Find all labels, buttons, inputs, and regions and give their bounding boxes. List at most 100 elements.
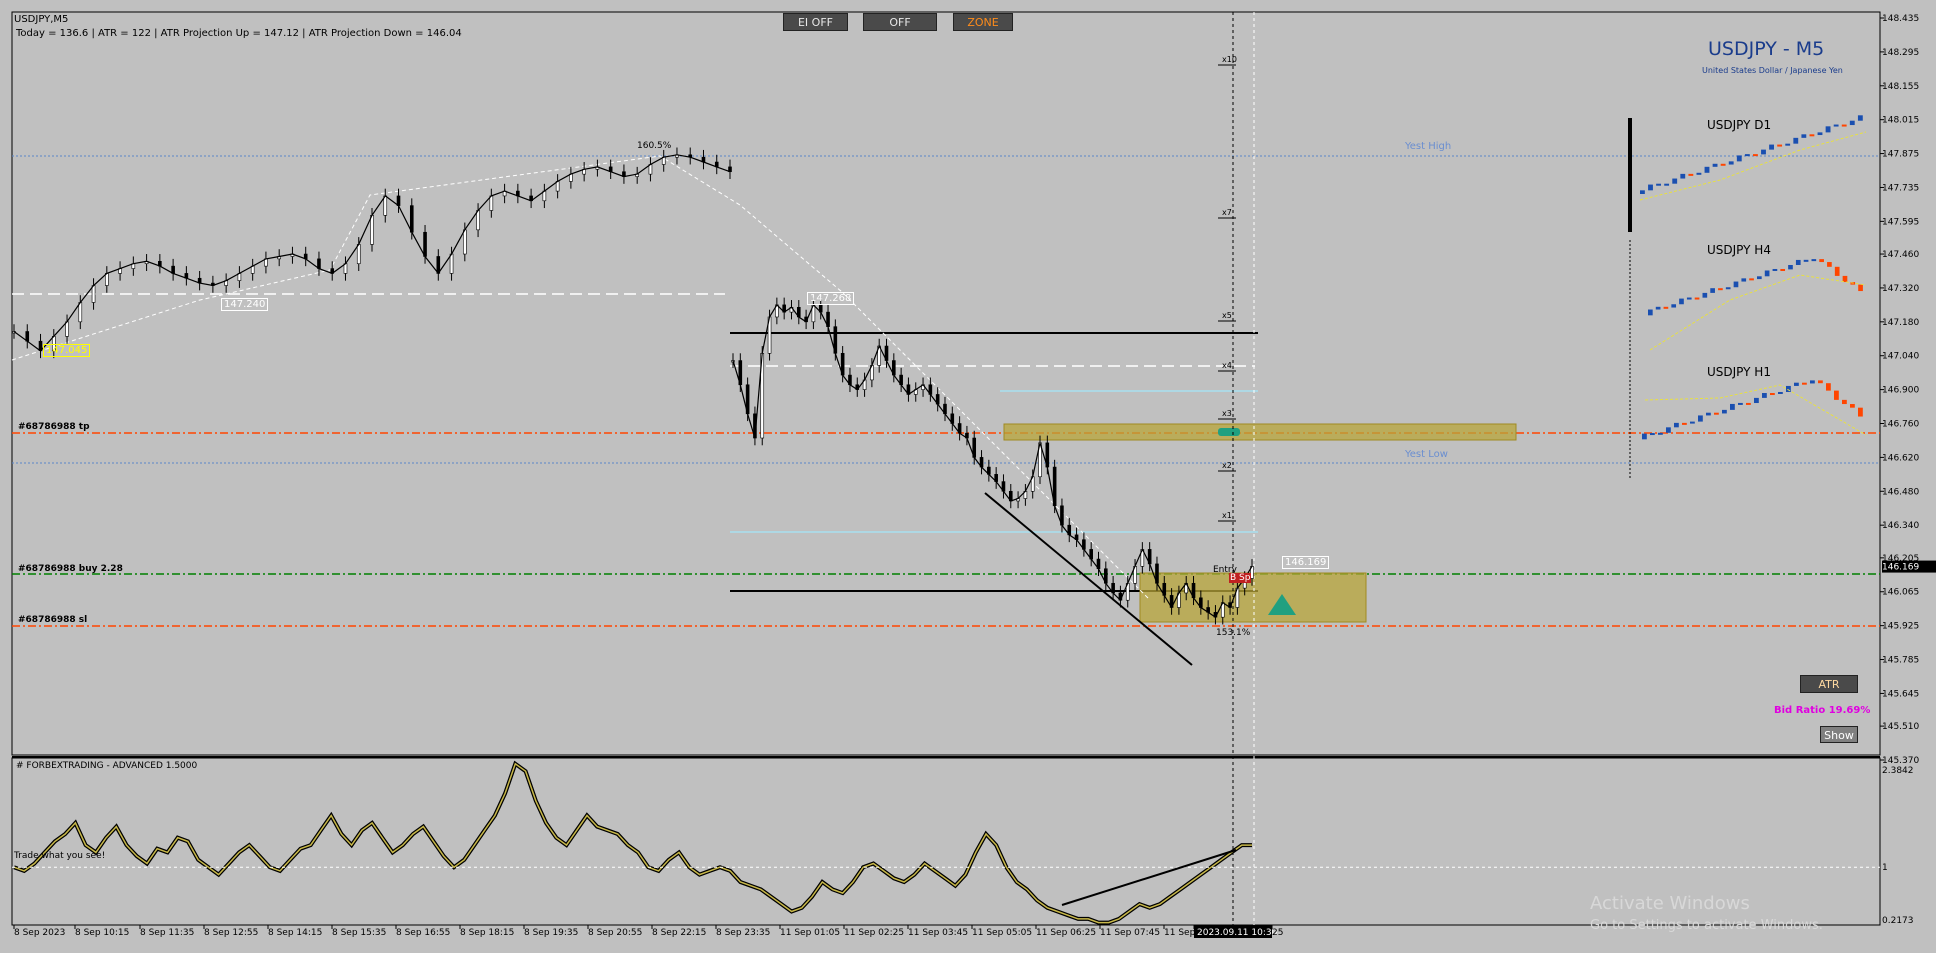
mini-candle	[1680, 173, 1686, 179]
y-tick-label: 147.320	[1882, 284, 1919, 294]
x-tick-label: 11 Sep 07:45	[1100, 928, 1160, 938]
x-tick-label: 8 Sep 11:35	[140, 928, 194, 938]
candle-body	[91, 285, 96, 303]
x-tick-label: 8 Sep 23:35	[716, 928, 770, 938]
mini-candle	[1809, 134, 1815, 137]
tp-label: #68786988 tp	[18, 422, 90, 432]
candle-body	[65, 321, 69, 337]
zone-button[interactable]: ZONE	[953, 13, 1013, 31]
yest-low-label: Yest Low	[1405, 449, 1448, 460]
candle-body	[449, 253, 454, 274]
x-tick-label: 8 Sep 2023	[14, 928, 65, 938]
candle-body	[370, 215, 374, 245]
bid-ratio: Bid Ratio 19.69%	[1774, 705, 1871, 716]
y-tick-label: 147.040	[1882, 352, 1919, 362]
mini-candle	[1704, 166, 1710, 173]
mini-candle	[1850, 404, 1855, 408]
mini-candle	[1720, 163, 1726, 166]
indicator-line-inner	[13, 762, 1252, 924]
y-tick-label: 148.295	[1882, 48, 1919, 58]
y-tick-label: 146.900	[1882, 386, 1919, 396]
mini-candle	[1718, 288, 1723, 291]
y-tick-label: 146.065	[1882, 588, 1919, 598]
mini-candle	[1733, 281, 1739, 288]
mini-candle	[1761, 149, 1766, 155]
mini-candle	[1825, 126, 1831, 133]
mini-candle	[1793, 137, 1799, 144]
x-tick-label: 8 Sep 22:15	[652, 928, 706, 938]
x-tick-label: 11 Sep 03:45	[908, 928, 968, 938]
mini-candle	[1826, 383, 1831, 391]
d1-label: USDJPY D1	[1707, 118, 1772, 132]
x-tick-label: 25	[1272, 928, 1283, 938]
mini-candle	[1817, 132, 1823, 136]
x-tick-label: 8 Sep 19:35	[524, 928, 578, 938]
mini-candle	[1648, 309, 1653, 316]
d1-ma	[1639, 131, 1867, 201]
mini-candle	[1690, 421, 1695, 424]
mini-candle	[1744, 154, 1750, 157]
grid-mark-label: x7	[1222, 208, 1232, 217]
mini-candle	[1754, 397, 1759, 404]
y-tick-label: 146.340	[1882, 521, 1919, 531]
mini-candle	[1722, 409, 1727, 414]
candle-body	[463, 229, 467, 255]
mini-candle	[1788, 264, 1793, 270]
x-tick-label: 8 Sep 10:15	[75, 928, 129, 938]
indicator-watermark: Trade what you see!	[14, 851, 106, 861]
candle-body	[423, 231, 427, 257]
grid-mark-label: x10	[1222, 55, 1237, 64]
mini-candle	[1842, 399, 1847, 405]
x-tick-label: 11 Sep 05:05	[972, 928, 1032, 938]
mini-candle	[1642, 433, 1647, 440]
buy-label: #68786988 buy 2.28	[18, 564, 123, 574]
off-button[interactable]: OFF	[863, 13, 937, 31]
zigzag-line	[11, 155, 1151, 601]
mini-candle	[1858, 407, 1863, 417]
show-button[interactable]: Show	[1820, 726, 1858, 743]
y-tick-label: 146.620	[1882, 453, 1919, 463]
y-tick-label: 148.015	[1882, 116, 1919, 126]
mini-candle	[1640, 190, 1645, 194]
mini-candle	[1682, 422, 1687, 425]
x-tick-label: 11 Sep 02:25	[844, 928, 904, 938]
sl-label: #68786988 sl	[18, 615, 88, 625]
mini-candle	[1738, 402, 1743, 405]
mini-candle	[1769, 144, 1774, 150]
y-tick-label: 147.875	[1882, 150, 1919, 160]
atr-button[interactable]: ATR	[1800, 675, 1858, 693]
fib-top-label: 160.5%	[637, 141, 672, 151]
mini-candle	[1648, 184, 1653, 191]
h4-label: USDJPY H4	[1707, 243, 1771, 257]
y-tick-label: 145.370	[1882, 756, 1919, 766]
y-tick-label: 147.735	[1882, 183, 1919, 193]
mini-candle	[1757, 276, 1762, 280]
x-tick-label: 2023.09.11 10:30	[1197, 928, 1278, 938]
mini-candle	[1785, 143, 1791, 146]
chart-subtitle: United States Dollar / Japanese Yen	[1702, 66, 1843, 75]
chart-title: USDJPY - M5	[1708, 38, 1825, 60]
h4-ma	[1649, 274, 1867, 351]
mini-candle	[1686, 297, 1692, 300]
mini-candle	[1658, 432, 1663, 435]
mini-candle	[1698, 415, 1703, 422]
ei-off-button[interactable]: EI OFF	[783, 13, 848, 31]
price-tag-147268: 147.268	[807, 292, 855, 305]
mini-candle	[1671, 304, 1677, 308]
grid-mark-label: x2	[1222, 461, 1232, 470]
mini-candle	[1753, 154, 1758, 157]
sp-label: B Sp	[1229, 573, 1252, 583]
mini-chart-h4	[1648, 259, 1863, 316]
mini-candle	[1802, 382, 1807, 385]
atr-stats: Today = 136.6 | ATR = 122 | ATR Projecti…	[16, 28, 462, 39]
candle-body	[489, 195, 494, 211]
symbol-label: USDJPY,M5	[14, 14, 69, 25]
grid-mark-label: x5	[1222, 311, 1232, 320]
y-tick-label: 147.595	[1882, 217, 1919, 227]
y-tick-label: 147.180	[1882, 318, 1919, 328]
mini-candle	[1736, 155, 1742, 162]
price-chart[interactable]: x10 x7 x5 x4 x3 x2 x1 148.435 148.295 148.155 148.…	[0, 0, 1936, 953]
y-tick-label: 145.645	[1882, 689, 1919, 699]
tp-marker	[1218, 428, 1240, 436]
mini-candle	[1811, 259, 1817, 262]
